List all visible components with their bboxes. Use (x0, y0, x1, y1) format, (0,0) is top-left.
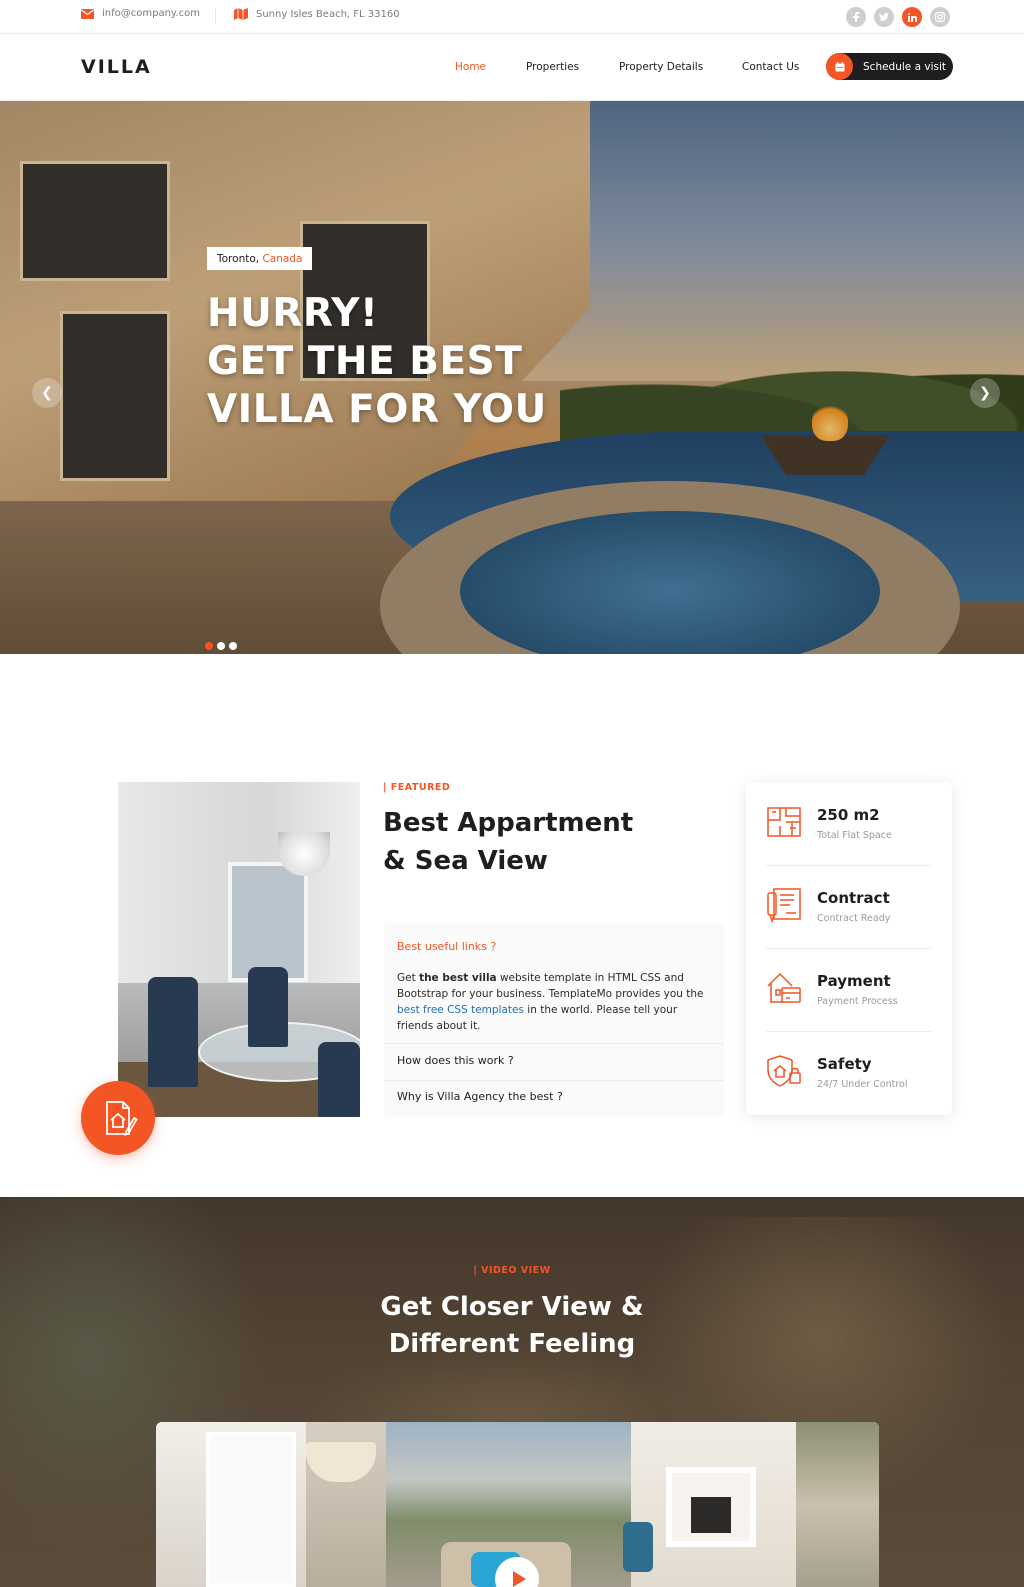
slider-prev-button[interactable]: ❮ (32, 378, 62, 408)
nav-link-properties[interactable]: Properties (526, 61, 579, 73)
featured-apartment-image (118, 782, 360, 1117)
slider-dot-3[interactable] (229, 642, 237, 650)
video-title-line-2: Different Feeling (388, 1329, 636, 1359)
nav-link-property-details[interactable]: Property Details (619, 61, 703, 73)
slider-next-button[interactable]: ❯ (970, 378, 1000, 408)
instagram-icon[interactable] (930, 7, 950, 27)
map-icon (234, 8, 248, 20)
info-item-contract: Contract Contract Ready (766, 885, 932, 945)
featured-title-line-2: & Sea View (383, 846, 548, 876)
contract-icon (767, 888, 801, 923)
info-label-space: Total Flat Space (817, 830, 892, 841)
facebook-icon[interactable] (846, 7, 866, 27)
top-info-bar: info@company.com Sunny Isles Beach, FL 3… (0, 0, 1024, 34)
slider-dot-2[interactable] (217, 642, 225, 650)
schedule-visit-label: Schedule a visit (863, 60, 946, 73)
topbar-divider (215, 8, 216, 24)
hero-location-tag: Toronto, Canada (207, 247, 313, 270)
info-value-contract: Contract (817, 889, 890, 907)
twitter-icon[interactable] (874, 7, 894, 27)
slider-dots (205, 642, 237, 650)
info-value-payment: Payment (817, 972, 891, 990)
hero-title-line-2: GET THE BEST (207, 339, 523, 384)
accordion-item-1-body: Get the best villa website template in H… (397, 970, 712, 1034)
envelope-icon (81, 8, 94, 19)
floor-plan-icon (767, 807, 801, 837)
faq-accordion: Best useful links ? Get the best villa w… (384, 924, 724, 1116)
info-label-payment: Payment Process (817, 996, 898, 1007)
info-value-safety: Safety (817, 1055, 872, 1073)
info-label-contract: Contract Ready (817, 913, 891, 924)
house-document-icon (106, 1101, 138, 1136)
calendar-icon (826, 53, 853, 80)
free-css-templates-link[interactable]: best free CSS templates (397, 1004, 524, 1016)
info-item-space: 250 m2 Total Flat Space (766, 802, 932, 862)
hero-title-line-1: HURRY! (207, 291, 379, 336)
schedule-visit-button[interactable]: Schedule a visit (826, 53, 953, 80)
chevron-right-icon: ❯ (979, 385, 991, 401)
site-logo[interactable]: VILLA (81, 56, 152, 78)
featured-tag: | Featured (383, 782, 451, 793)
safety-shield-icon (767, 1055, 801, 1087)
payment-house-icon (767, 972, 801, 1003)
hero-slider: Toronto, Canada HURRY! GET THE BEST VILL… (0, 101, 1024, 654)
accordion-item-1-header[interactable]: Best useful links ? (397, 940, 496, 953)
featured-badge (81, 1081, 155, 1155)
property-info-card: 250 m2 Total Flat Space Contract Contrac… (746, 782, 952, 1115)
address-text: Sunny Isles Beach, FL 33160 (256, 8, 400, 20)
answer-text-pre: Get (397, 972, 420, 984)
answer-text-bold: the best villa (419, 972, 497, 984)
play-icon (512, 1571, 526, 1587)
hero-country: Canada (262, 252, 303, 265)
featured-title-line-1: Best Appartment (383, 808, 634, 838)
info-item-safety: Safety 24/7 Under Control (766, 1051, 932, 1111)
info-value-space: 250 m2 (817, 806, 880, 824)
hero-title-line-3: VILLA FOR YOU (207, 387, 547, 432)
hero-city: Toronto, (217, 252, 260, 265)
email-text: info@company.com (102, 8, 200, 19)
accordion-item-3-header[interactable]: Why is Villa Agency the best ? (397, 1090, 563, 1103)
video-title-line-1: Get Closer View & (380, 1292, 644, 1322)
nav-link-contact-us[interactable]: Contact Us (742, 61, 799, 73)
slider-dot-1[interactable] (205, 642, 213, 650)
chevron-left-icon: ❮ (41, 385, 53, 401)
address-info: Sunny Isles Beach, FL 33160 (234, 8, 400, 20)
nav-link-home[interactable]: Home (455, 61, 486, 73)
main-navbar: VILLA Home Properties Property Details C… (0, 34, 1024, 101)
email-info[interactable]: info@company.com (81, 8, 200, 19)
info-label-safety: 24/7 Under Control (817, 1079, 908, 1090)
info-item-payment: Payment Payment Process (766, 968, 932, 1028)
video-tag: | Video View (473, 1265, 551, 1276)
linkedin-icon[interactable] (902, 7, 922, 27)
accordion-item-2-header[interactable]: How does this work ? (397, 1054, 514, 1067)
